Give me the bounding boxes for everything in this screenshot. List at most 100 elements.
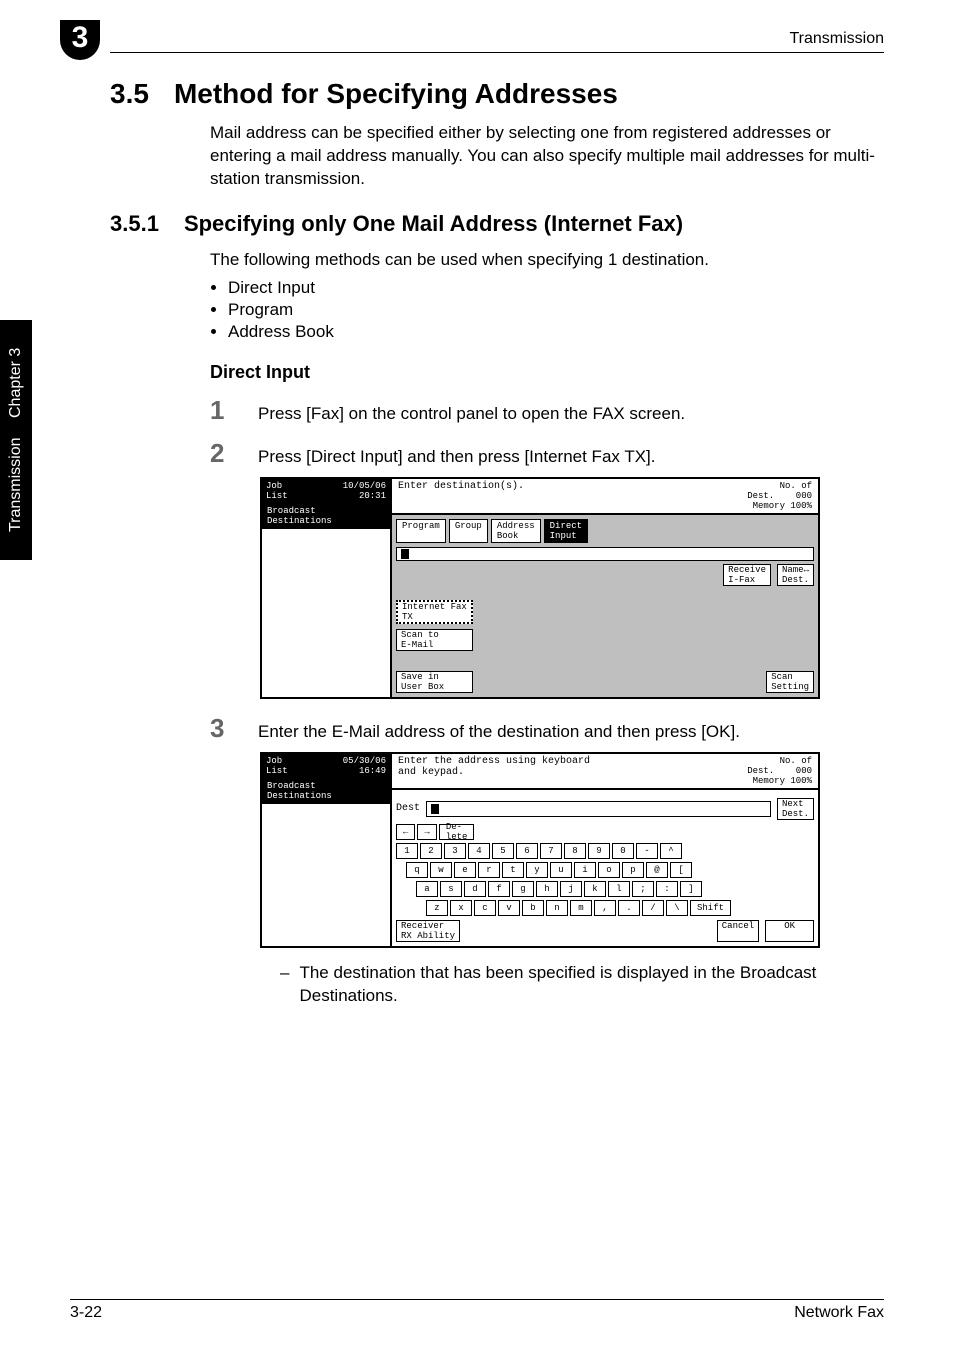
key[interactable]: a	[416, 881, 438, 897]
key[interactable]: s	[440, 881, 462, 897]
scan-to-email-button[interactable]: Scan to E-Mail	[396, 629, 473, 651]
ok-button[interactable]: OK	[765, 920, 814, 942]
key[interactable]: 0	[612, 843, 634, 859]
key[interactable]: @	[646, 862, 668, 878]
dest-input[interactable]	[426, 801, 771, 817]
key[interactable]: x	[450, 900, 472, 916]
key[interactable]: c	[474, 900, 496, 916]
key[interactable]: ^	[660, 843, 682, 859]
key[interactable]: m	[570, 900, 592, 916]
chapter-badge: 3	[60, 20, 100, 60]
key[interactable]: 4	[468, 843, 490, 859]
job-list-header: Job List 10/05/06 20:31	[262, 479, 390, 503]
key[interactable]: i	[574, 862, 596, 878]
running-header: Transmission	[110, 30, 884, 52]
key[interactable]: d	[464, 881, 486, 897]
tab-direct-input[interactable]: Direct Input	[544, 519, 588, 543]
tab-group[interactable]: Group	[449, 519, 488, 543]
key[interactable]: 7	[540, 843, 562, 859]
step-number: 3	[210, 713, 230, 744]
key[interactable]: z	[426, 900, 448, 916]
delete-key[interactable]: De- lete	[439, 824, 475, 840]
receive-ifax-button[interactable]: Receive I-Fax	[723, 564, 771, 586]
arrow-left-key[interactable]: ←	[396, 824, 415, 840]
key[interactable]: p	[622, 862, 644, 878]
key[interactable]: q	[406, 862, 428, 878]
key[interactable]: g	[512, 881, 534, 897]
dash-icon: –	[280, 962, 289, 1008]
key[interactable]: o	[598, 862, 620, 878]
key[interactable]: k	[584, 881, 606, 897]
list-item: Direct Input	[228, 278, 884, 298]
step-number: 2	[210, 438, 230, 469]
key[interactable]: /	[642, 900, 664, 916]
key[interactable]: h	[536, 881, 558, 897]
input-field[interactable]	[396, 547, 814, 561]
key[interactable]: n	[546, 900, 568, 916]
tab-address-book[interactable]: Address Book	[491, 519, 541, 543]
job-list-label[interactable]: Job List	[266, 481, 288, 501]
key[interactable]: 2	[420, 843, 442, 859]
key[interactable]: :	[656, 881, 678, 897]
scan-setting-button[interactable]: Scan Setting	[766, 671, 814, 693]
direct-input-heading: Direct Input	[210, 362, 884, 383]
receiver-ability-button[interactable]: Receiver RX Ability	[396, 920, 460, 942]
key[interactable]: .	[618, 900, 640, 916]
key[interactable]: y	[526, 862, 548, 878]
key[interactable]: \	[666, 900, 688, 916]
key[interactable]: ,	[594, 900, 616, 916]
list-item: Address Book	[228, 322, 884, 342]
page-footer: 3-22 Network Fax	[70, 1299, 884, 1322]
key[interactable]: t	[502, 862, 524, 878]
note-text: The destination that has been specified …	[299, 962, 880, 1008]
key[interactable]: b	[522, 900, 544, 916]
key[interactable]: f	[488, 881, 510, 897]
key[interactable]: 5	[492, 843, 514, 859]
job-list-header: Job List 05/30/06 16:49	[262, 754, 390, 778]
tab-program[interactable]: Program	[396, 519, 446, 543]
footer-title: Network Fax	[794, 1304, 884, 1322]
save-user-box-button[interactable]: Save in User Box	[396, 671, 473, 693]
key[interactable]: j	[560, 881, 582, 897]
key[interactable]: w	[430, 862, 452, 878]
cancel-button[interactable]: Cancel	[717, 920, 759, 942]
shift-key[interactable]: Shift	[690, 900, 731, 916]
datetime: 05/30/06 16:49	[343, 756, 386, 776]
job-list-label[interactable]: Job List	[266, 756, 288, 776]
key[interactable]: r	[478, 862, 500, 878]
section-number: 3.5	[110, 78, 149, 110]
key[interactable]: e	[454, 862, 476, 878]
key[interactable]: v	[498, 900, 520, 916]
internet-fax-tx-button[interactable]: Internet Fax TX	[396, 600, 473, 624]
side-tab-text-b: Chapter 3	[7, 348, 25, 418]
cursor-icon	[401, 549, 409, 559]
chapter-number: 3	[72, 20, 89, 56]
header-rule	[110, 52, 884, 53]
status-info: No. of Dest. 000 Memory 100%	[747, 756, 812, 786]
section-title: Method for Specifying Addresses	[174, 78, 618, 110]
keyboard-screen: Job List 05/30/06 16:49 Broadcast Destin…	[260, 752, 820, 948]
arrow-right-key[interactable]: →	[417, 824, 436, 840]
prompt: Enter the address using keyboard and key…	[398, 756, 590, 786]
side-tab: Transmission Chapter 3	[0, 320, 32, 560]
key[interactable]: 3	[444, 843, 466, 859]
key[interactable]: 9	[588, 843, 610, 859]
next-dest-button[interactable]: Next Dest.	[777, 798, 814, 820]
key[interactable]: 1	[396, 843, 418, 859]
key[interactable]: u	[550, 862, 572, 878]
key[interactable]: l	[608, 881, 630, 897]
fax-screen: Job List 10/05/06 20:31 Broadcast Destin…	[260, 477, 820, 699]
key[interactable]: ;	[632, 881, 654, 897]
step-text: Press [Direct Input] and then press [Int…	[258, 446, 655, 469]
method-list: Direct Input Program Address Book	[210, 278, 884, 342]
key[interactable]: 8	[564, 843, 586, 859]
key[interactable]: [	[670, 862, 692, 878]
broadcast-label: Broadcast Destinations	[262, 778, 390, 804]
cursor-icon	[431, 804, 439, 814]
key[interactable]: 6	[516, 843, 538, 859]
key[interactable]: -	[636, 843, 658, 859]
key[interactable]: ]	[680, 881, 702, 897]
status-info: No. of Dest. 000 Memory 100%	[747, 481, 812, 511]
name-dest-button[interactable]: Name↔ Dest.	[777, 564, 814, 586]
step-text: Enter the E-Mail address of the destinat…	[258, 721, 740, 744]
